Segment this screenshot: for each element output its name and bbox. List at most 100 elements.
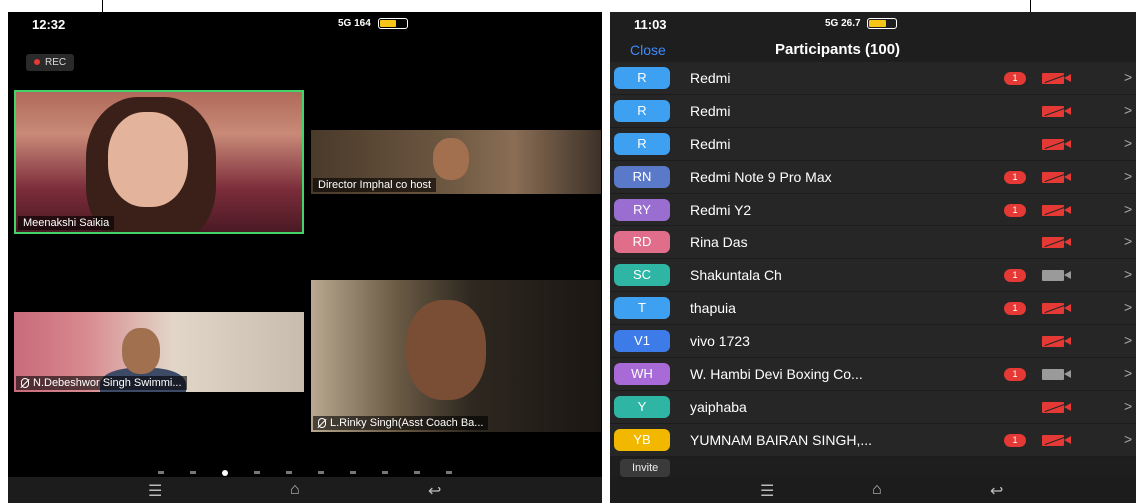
avatar: R (614, 99, 670, 122)
tile-caption: L.Rinky Singh(Asst Coach Ba... (330, 417, 484, 429)
participant-row[interactable]: R Redmi > (610, 95, 1136, 128)
home-icon[interactable]: ⌂ (872, 481, 882, 499)
page-dot[interactable] (382, 471, 388, 475)
video-tile[interactable]: N.Debeshwor Singh Swimmi... (14, 312, 304, 392)
network-speed: 5G 26.7 (825, 18, 861, 30)
home-icon[interactable]: ⌂ (290, 481, 300, 499)
avatar: V1 (614, 330, 670, 353)
participant-row[interactable]: Yyaiphaba > (610, 391, 1136, 424)
unread-badge: 1 (1004, 170, 1026, 184)
participant-face (108, 112, 188, 207)
participant-row[interactable]: YB YUMNAM BAIRAN SINGH,... 1 > (610, 424, 1136, 457)
video-off-icon (1042, 336, 1072, 348)
page-dot[interactable] (190, 471, 196, 475)
avatar: WH (614, 363, 670, 386)
video-off-icon (1042, 105, 1072, 117)
android-nav-bar: ☰ ⌂ ↩ (8, 477, 602, 503)
video-off-icon (1042, 303, 1072, 315)
rec-label: REC (45, 57, 67, 68)
screenshot-frame: 12:32 5G 164 REC Meenakshi Saikia Direct… (0, 0, 1136, 503)
border-tick (102, 0, 103, 12)
avatar: T (614, 297, 670, 320)
avatar: R (614, 67, 670, 89)
status-icons: 5G 26.7 (825, 18, 898, 30)
unread-badge: 1 (1004, 302, 1026, 316)
participant-row[interactable]: V1 vivo 1723 > (610, 325, 1136, 359)
participant-video (122, 328, 160, 374)
menu-icon[interactable]: ☰ (760, 481, 774, 501)
chevron-right-icon[interactable]: > (1124, 233, 1132, 249)
video-tile[interactable]: L.Rinky Singh(Asst Coach Ba... (311, 280, 601, 432)
record-dot-icon (34, 59, 40, 66)
status-time: 12:32 (32, 17, 66, 32)
video-off-icon (1042, 73, 1072, 84)
tile-caption: Meenakshi Saikia (18, 216, 115, 230)
network-speed: 5G 164 (338, 18, 371, 30)
video-off-icon (1042, 204, 1072, 216)
status-bar: 12:32 5G 164 (8, 12, 602, 38)
status-time: 11:03 (634, 17, 667, 32)
back-icon[interactable]: ↩ (428, 481, 441, 501)
avatar: RD (614, 231, 670, 254)
invite-button[interactable]: Invite (620, 459, 671, 477)
participants-list: R Redmi 1 > R Redmi > R Redmi > RN Redmi Note 9 Pro… (610, 62, 1136, 457)
menu-icon[interactable]: ☰ (148, 481, 162, 501)
participant-video (433, 138, 469, 180)
participant-row[interactable]: RY Redmi Y2 1 > (610, 194, 1136, 227)
recording-indicator: REC (26, 54, 75, 71)
participant-row[interactable]: SC Shakuntala Ch 1 > (610, 259, 1136, 293)
chevron-right-icon[interactable]: > (1124, 102, 1132, 118)
chevron-right-icon[interactable]: > (1124, 431, 1132, 447)
avatar: YB (614, 428, 670, 451)
chevron-right-icon[interactable]: > (1124, 69, 1132, 85)
chevron-right-icon[interactable]: > (1124, 168, 1132, 184)
participant-name: thapuia (690, 300, 736, 317)
participant-row[interactable]: R Redmi > (610, 128, 1136, 161)
battery-icon (377, 18, 408, 29)
border-tick (1030, 0, 1031, 12)
avatar: SC (614, 264, 670, 287)
close-button[interactable]: Close (630, 42, 666, 58)
chevron-right-icon[interactable]: > (1124, 299, 1132, 315)
chevron-right-icon[interactable]: > (1124, 332, 1132, 348)
participant-row[interactable]: RN Redmi Note 9 Pro Max 1 > (610, 161, 1136, 194)
page-dot[interactable] (446, 471, 452, 475)
participant-row[interactable]: RD Rina Das > (610, 226, 1136, 260)
video-gallery-screen: 12:32 5G 164 REC Meenakshi Saikia Direct… (8, 12, 602, 503)
mic-muted-icon (21, 378, 29, 389)
avatar: R (614, 132, 670, 155)
participant-row[interactable]: R Redmi 1 > (610, 62, 1136, 95)
chevron-right-icon[interactable]: > (1124, 398, 1132, 414)
video-tile[interactable]: Director Imphal co host (311, 130, 601, 194)
page-dot[interactable] (350, 471, 356, 475)
participant-name: YUMNAM BAIRAN SINGH,... (690, 431, 873, 448)
participant-name: Redmi (690, 70, 731, 86)
participants-title: Participants (100) (775, 41, 901, 58)
participant-name: Redmi Y2 (690, 201, 752, 218)
page-dot[interactable] (286, 471, 292, 475)
video-on-icon (1042, 369, 1072, 381)
status-bar: 11:03 5G 26.7 (610, 12, 1136, 38)
chevron-right-icon[interactable]: > (1124, 201, 1132, 217)
chevron-right-icon[interactable]: > (1124, 135, 1132, 151)
invite-bar: Invite (610, 457, 1136, 477)
page-dot[interactable] (158, 471, 164, 475)
participant-name: Redmi Note 9 Pro Max (690, 168, 832, 185)
participant-name: yaiphaba (690, 398, 747, 415)
participant-row[interactable]: WH W. Hambi Devi Boxing Co... 1 > (610, 358, 1136, 391)
participant-name: vivo 1723 (690, 333, 750, 350)
page-dot[interactable] (414, 471, 420, 475)
video-on-icon (1042, 270, 1072, 282)
page-dot[interactable] (318, 471, 324, 475)
participant-video (406, 300, 486, 400)
participant-name: Rina Das (690, 234, 748, 251)
participant-row[interactable]: Tthapuia 1 > (610, 292, 1136, 326)
back-icon[interactable]: ↩ (990, 481, 1003, 501)
page-dot-active[interactable] (222, 469, 228, 476)
page-dot[interactable] (254, 471, 260, 475)
chevron-right-icon[interactable]: > (1124, 266, 1132, 282)
tile-caption-wrap: N.Debeshwor Singh Swimmi... (16, 376, 187, 390)
chevron-right-icon[interactable]: > (1124, 365, 1132, 381)
unread-badge: 1 (1004, 203, 1026, 217)
video-tile-active-speaker[interactable]: Meenakshi Saikia (14, 90, 304, 234)
